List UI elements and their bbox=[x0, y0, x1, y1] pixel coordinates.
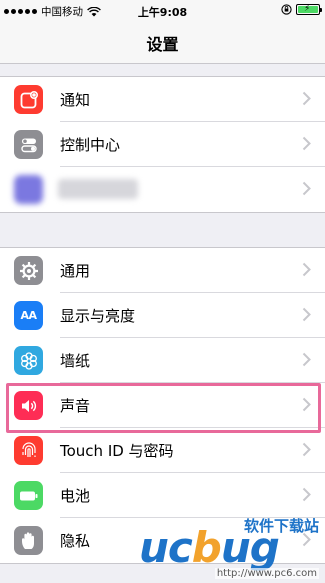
settings-row-sounds[interactable]: 声音 bbox=[0, 383, 325, 428]
rotation-lock-icon bbox=[281, 4, 292, 15]
settings-row-label: 显示与亮度 bbox=[60, 307, 136, 325]
settings-row-label: 隐私 bbox=[60, 532, 91, 550]
page-title: 设置 bbox=[146, 34, 179, 54]
control-center-icon bbox=[14, 130, 43, 159]
sound-icon bbox=[14, 391, 43, 420]
display-brightness-icon: AA bbox=[14, 301, 43, 330]
status-bar: 中国移动 上午9:08 ⚡ bbox=[0, 0, 325, 22]
chevron-right-icon bbox=[302, 91, 311, 106]
settings-group-1: 通知 控制中心 bbox=[0, 76, 325, 213]
chevron-right-icon bbox=[302, 307, 311, 322]
settings-row-control-center[interactable]: 控制中心 bbox=[0, 122, 325, 167]
wallpaper-icon bbox=[14, 346, 43, 375]
settings-row-display-brightness[interactable]: AA 显示与亮度 bbox=[0, 293, 325, 338]
chevron-right-icon bbox=[302, 442, 311, 457]
navigation-bar: 设置 bbox=[0, 22, 325, 64]
chevron-right-icon bbox=[302, 397, 311, 412]
settings-row-blurred[interactable] bbox=[0, 167, 325, 212]
status-right: ⚡ bbox=[281, 4, 322, 15]
settings-row-label: 电池 bbox=[60, 487, 91, 505]
notifications-icon bbox=[14, 85, 43, 114]
chevron-right-icon bbox=[302, 532, 311, 547]
settings-row-general[interactable]: 通用 bbox=[0, 248, 325, 293]
settings-row-label: 通用 bbox=[60, 262, 91, 280]
blurred-label bbox=[58, 179, 138, 199]
watermark-url: http://www.pc6.com bbox=[214, 568, 319, 579]
fingerprint-icon bbox=[14, 436, 43, 465]
settings-row-privacy[interactable]: 隐私 bbox=[0, 518, 325, 563]
chevron-right-icon bbox=[302, 352, 311, 367]
settings-group-2: 通用 AA 显示与亮度 墙纸 声音 Touch ID 与密码 电池 隐私 bbox=[0, 247, 325, 564]
settings-row-label: Touch ID 与密码 bbox=[60, 442, 174, 460]
settings-row-label: 声音 bbox=[60, 397, 91, 415]
chevron-right-icon bbox=[302, 487, 311, 502]
settings-row-touch-id[interactable]: Touch ID 与密码 bbox=[0, 428, 325, 473]
settings-row-label: 控制中心 bbox=[60, 136, 121, 154]
settings-row-label: 通知 bbox=[60, 91, 91, 109]
battery-status-icon: ⚡ bbox=[296, 4, 322, 15]
settings-row-notifications[interactable]: 通知 bbox=[0, 77, 325, 122]
privacy-hand-icon bbox=[14, 526, 43, 555]
chevron-right-icon bbox=[302, 136, 311, 151]
display-icon-text: AA bbox=[20, 309, 37, 322]
blurred-app-icon bbox=[14, 175, 43, 204]
status-time: 上午9:08 bbox=[137, 6, 188, 19]
battery-icon bbox=[14, 481, 43, 510]
chevron-right-icon bbox=[302, 181, 311, 196]
gear-icon bbox=[14, 256, 43, 285]
chevron-right-icon bbox=[302, 262, 311, 277]
settings-row-battery[interactable]: 电池 bbox=[0, 473, 325, 518]
settings-row-wallpaper[interactable]: 墙纸 bbox=[0, 338, 325, 383]
settings-row-label: 墙纸 bbox=[60, 352, 91, 370]
